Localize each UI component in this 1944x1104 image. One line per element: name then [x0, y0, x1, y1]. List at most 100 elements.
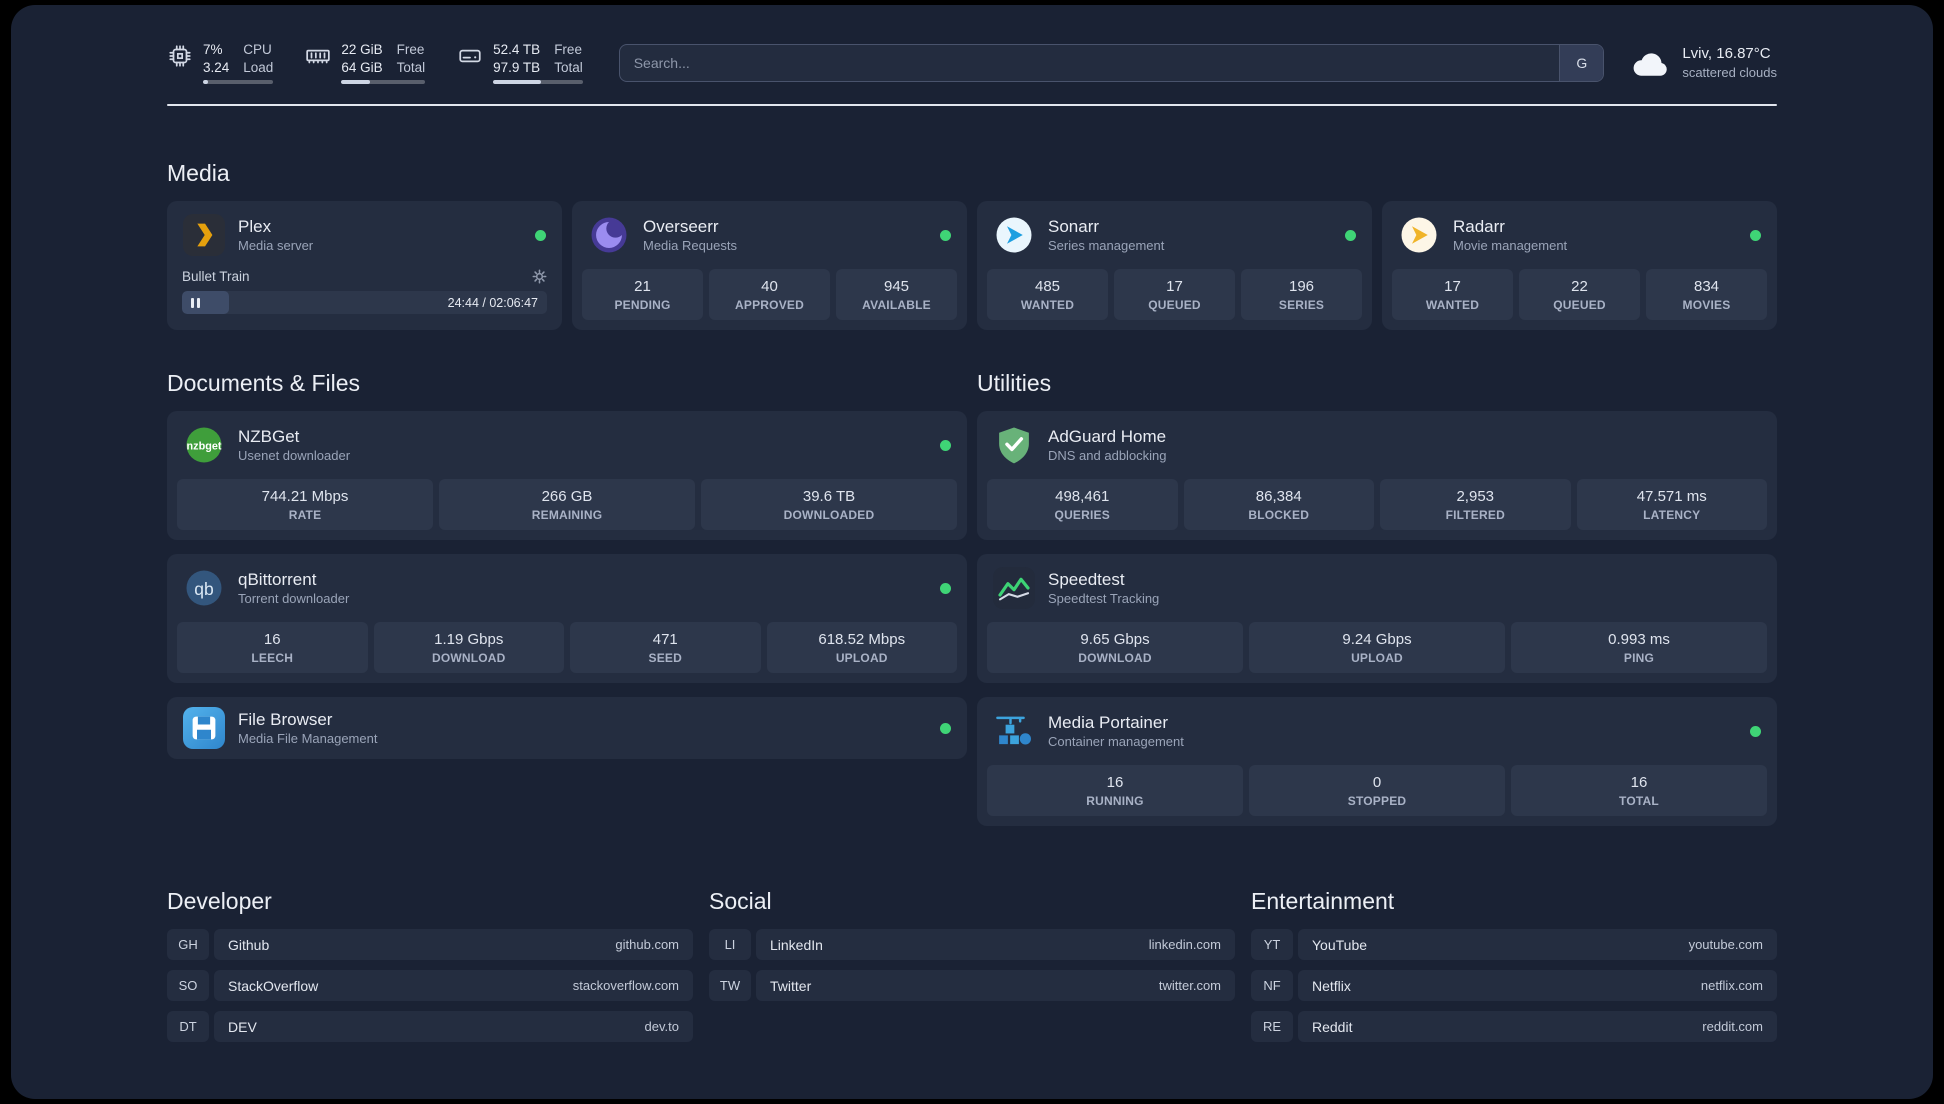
stat-tile: 618.52 Mbps UPLOAD: [766, 622, 957, 674]
stat-tile: 834 MOVIES: [1646, 269, 1767, 321]
bookmark-stackoverflow[interactable]: SO StackOverflow stackoverflow.com: [167, 970, 693, 1002]
bookmark-url: stackoverflow.com: [572, 978, 679, 994]
cpu-progress-bar: [203, 80, 274, 85]
service-card-sonarr[interactable]: Sonarr Series management 485 WANTED 17 QUE…: [977, 201, 1372, 331]
service-name: File Browser: [238, 709, 333, 729]
service-desc: Speedtest Tracking: [1048, 590, 1160, 606]
memory-widget: 22 GiB 64 GiB Free Total: [305, 41, 426, 85]
bookmark-dev[interactable]: DT DEV dev.to: [167, 1011, 693, 1043]
section-title-documents: Documents & Files: [167, 370, 361, 397]
bookmark-netflix[interactable]: NF Netflix netflix.com: [1251, 970, 1777, 1002]
bookmark-url: youtube.com: [1688, 937, 1763, 953]
pause-icon: [191, 297, 200, 308]
adguard-icon: [993, 424, 1035, 466]
disk-free-value: 52.4 TB: [493, 42, 541, 57]
section-title-social: Social: [709, 888, 772, 915]
stat-tile: 9.24 Gbps UPLOAD: [1249, 622, 1505, 674]
bookmark-url: linkedin.com: [1148, 937, 1221, 953]
cpu-widget: 7% 3.24 CPU Load: [167, 41, 274, 85]
memory-total-value: 64 GiB: [341, 59, 383, 75]
service-card-portainer[interactable]: Media Portainer Container management 16 R…: [977, 697, 1777, 827]
stat-tile: 47.571 ms LATENCY: [1576, 479, 1767, 531]
now-playing-title: Bullet Train: [182, 269, 250, 285]
bookmark-abbr: GH: [167, 929, 209, 961]
bookmark-abbr: RE: [1251, 1011, 1293, 1043]
portainer-icon: [993, 710, 1035, 752]
bookmark-abbr: NF: [1251, 970, 1293, 1002]
memory-progress-bar: [341, 80, 426, 85]
bookmark-name: StackOverflow: [228, 977, 319, 994]
plex-now-playing: Bullet Train 24:44 / 02:06:47: [167, 269, 562, 327]
service-name: Media Portainer: [1048, 712, 1169, 732]
service-card-nzbget[interactable]: nzbget NZBGet Usenet downloader 744.21 M…: [167, 411, 967, 541]
stat-tile: 86,384 BLOCKED: [1183, 479, 1374, 531]
service-card-filebrowser[interactable]: File Browser Media File Management: [167, 697, 967, 760]
bookmark-abbr: DT: [167, 1011, 209, 1043]
service-desc: Media Requests: [643, 237, 737, 253]
service-card-overseerr[interactable]: Overseerr Media Requests 21 PENDING 40 APP…: [572, 201, 967, 331]
service-desc: Media File Management: [238, 730, 378, 746]
section-title-developer: Developer: [167, 888, 272, 915]
bookmark-youtube[interactable]: YT YouTube youtube.com: [1251, 929, 1777, 961]
status-badge: [1750, 229, 1761, 241]
bookmark-twitter[interactable]: TW Twitter twitter.com: [709, 970, 1235, 1002]
bookmark-linkedin[interactable]: LI LinkedIn linkedin.com: [709, 929, 1235, 961]
section-developer: Developer GH Github github.com SO StackO…: [167, 888, 693, 1043]
bookmark-abbr: TW: [709, 970, 751, 1002]
gear-icon[interactable]: [532, 269, 547, 284]
topbar-divider: [167, 104, 1777, 107]
bookmark-abbr: YT: [1251, 929, 1293, 961]
status-badge: [940, 722, 951, 734]
dashboard-panel: 7% 3.24 CPU Load 22 GiB 64 GiB Free Tota…: [11, 5, 1933, 1099]
search-input[interactable]: [618, 43, 1605, 82]
stat-tile: 0 STOPPED: [1249, 765, 1505, 817]
disk-free-label: Free: [554, 42, 582, 57]
service-card-adguard[interactable]: AdGuard Home DNS and adblocking 498,461 Q…: [977, 411, 1777, 541]
cpu-load-label: Load: [243, 59, 274, 75]
service-card-qbittorrent[interactable]: qb qBittorrent Torrent downloader 16 LEEC…: [167, 554, 967, 684]
service-name: Radarr: [1453, 216, 1505, 236]
service-desc: Container management: [1048, 733, 1184, 749]
service-name: Sonarr: [1048, 216, 1100, 236]
stat-tile: 471 SEED: [570, 622, 761, 674]
memory-free-label: Free: [396, 42, 425, 57]
media-grid: Plex Media server Bullet Train 24:44 / 0…: [167, 201, 1777, 331]
bookmark-abbr: LI: [709, 929, 751, 961]
stat-tile: 1.19 Gbps DOWNLOAD: [373, 622, 564, 674]
stat-tile: 16 TOTAL: [1511, 765, 1767, 817]
status-badge: [940, 229, 951, 241]
top-bar: 7% 3.24 CPU Load 22 GiB 64 GiB Free Tota…: [167, 41, 1777, 85]
bookmark-reddit[interactable]: RE Reddit reddit.com: [1251, 1011, 1777, 1043]
filebrowser-icon: [183, 707, 225, 750]
cpu-load-value: 3.24: [203, 59, 230, 75]
disk-widget: 52.4 TB 97.9 TB Free Total: [457, 41, 583, 85]
bookmark-url: twitter.com: [1158, 978, 1221, 994]
nzbget-icon: nzbget: [183, 424, 225, 466]
cloud-icon: [1632, 48, 1670, 78]
cpu-icon: [167, 43, 193, 69]
stat-tile: 2,953 FILTERED: [1380, 479, 1571, 531]
qbittorrent-icon: qb: [183, 567, 225, 609]
bookmark-name: Github: [228, 936, 270, 953]
svg-text:nzbget: nzbget: [187, 440, 222, 452]
service-desc: Usenet downloader: [238, 447, 351, 463]
weather-location: Lviv, 16.87°C: [1682, 44, 1771, 62]
stat-tile: 22 QUEUED: [1519, 269, 1640, 321]
service-card-plex[interactable]: Plex Media server Bullet Train 24:44 / 0…: [167, 201, 562, 331]
bookmark-name: Twitter: [770, 977, 812, 994]
svg-text:qb: qb: [194, 579, 213, 599]
bookmark-name: DEV: [228, 1018, 257, 1035]
bookmark-github[interactable]: GH Github github.com: [167, 929, 693, 961]
service-card-radarr[interactable]: Radarr Movie management 17 WANTED 22 QUEUE…: [1382, 201, 1777, 331]
search-provider-button[interactable]: G: [1559, 44, 1604, 81]
search-bar: G: [618, 43, 1605, 82]
bookmark-url: netflix.com: [1700, 978, 1763, 994]
status-badge: [1750, 725, 1761, 737]
service-name: Speedtest: [1048, 569, 1125, 589]
memory-total-label: Total: [396, 59, 426, 75]
playback-time: 24:44 / 02:06:47: [447, 295, 538, 310]
service-name: Overseerr: [643, 216, 719, 236]
service-card-speedtest[interactable]: Speedtest Speedtest Tracking 9.65 Gbps DO…: [977, 554, 1777, 684]
service-desc: Series management: [1048, 237, 1165, 253]
section-social: Social LI LinkedIn linkedin.com TW Twitt…: [709, 888, 1235, 1002]
